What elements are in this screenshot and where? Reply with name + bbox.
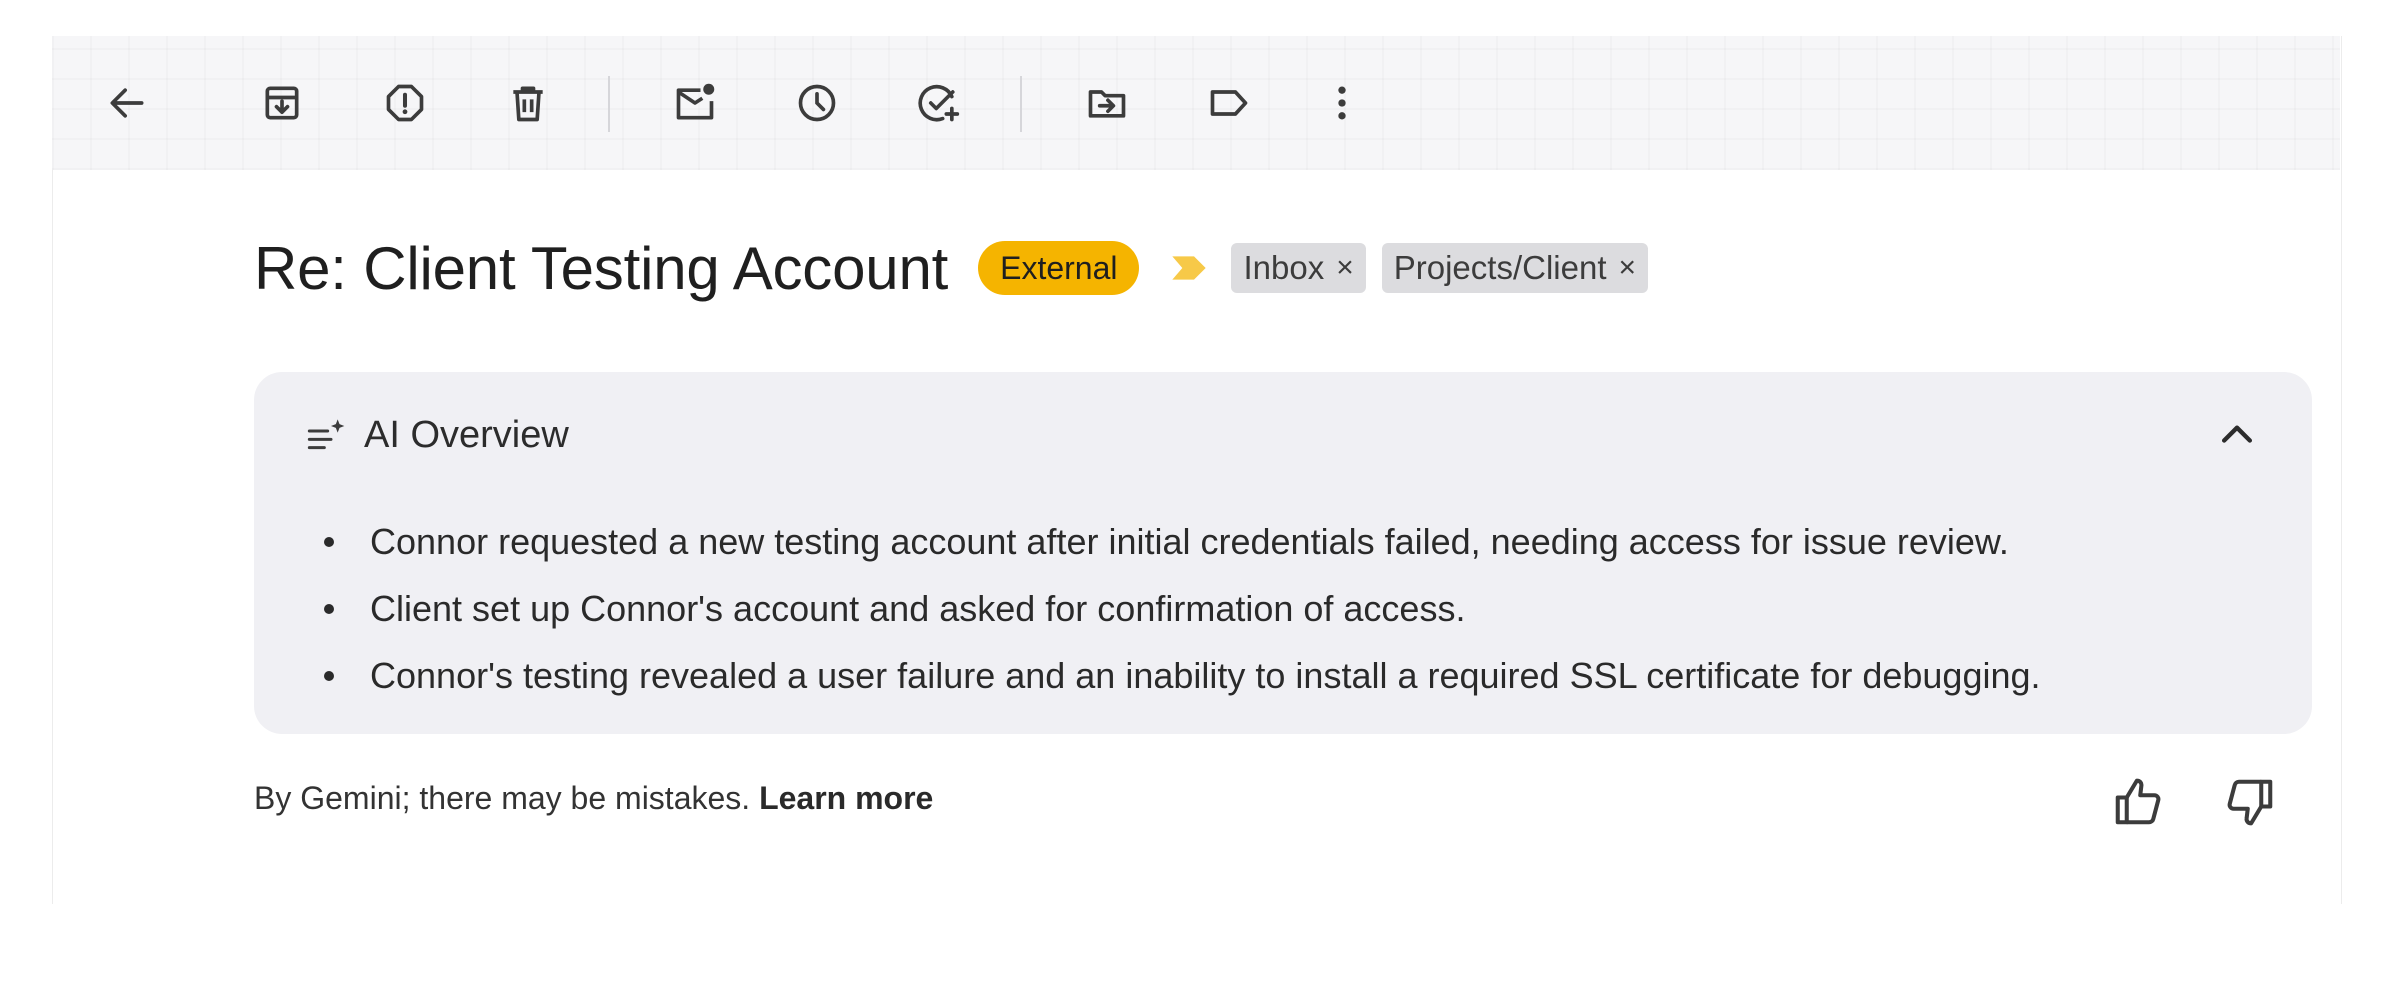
more-vert-icon bbox=[1338, 86, 1346, 120]
thumbs-up-button[interactable] bbox=[2108, 772, 2168, 832]
message-toolbar bbox=[52, 36, 2340, 170]
archive-button[interactable] bbox=[247, 68, 317, 138]
importance-marker-icon[interactable] bbox=[1169, 248, 1209, 288]
add-task-icon bbox=[918, 84, 960, 122]
snooze-button[interactable] bbox=[782, 68, 852, 138]
learn-more-link[interactable]: Learn more bbox=[759, 780, 933, 816]
gemini-disclaimer: By Gemini; there may be mistakes. Learn … bbox=[254, 780, 933, 817]
label-icon bbox=[1210, 90, 1248, 116]
delete-button[interactable] bbox=[493, 68, 563, 138]
toolbar-divider bbox=[608, 76, 610, 132]
label-chip-text: Inbox bbox=[1243, 249, 1325, 286]
move-to-icon bbox=[1088, 90, 1126, 118]
report-spam-button[interactable] bbox=[370, 68, 440, 138]
report-icon bbox=[386, 84, 424, 122]
ai-overview-card: AI Overview Connor requested a new testi… bbox=[254, 372, 2312, 734]
mark-unread-icon bbox=[676, 83, 715, 120]
ai-overview-header: AI Overview bbox=[306, 414, 569, 457]
thumbs-up-icon bbox=[2115, 778, 2161, 825]
trash-icon bbox=[513, 86, 543, 122]
label-chip-projects-client[interactable]: Projects/Client × bbox=[1381, 243, 1649, 293]
move-to-button[interactable] bbox=[1072, 68, 1142, 138]
chevron-up-icon bbox=[2221, 425, 2253, 443]
remove-label-icon[interactable]: × bbox=[1336, 251, 1354, 285]
email-view: Re: Client Testing Account External Inbo… bbox=[0, 0, 2406, 984]
remove-label-icon[interactable]: × bbox=[1619, 251, 1637, 285]
list-item: Connor's testing revealed a user failure… bbox=[322, 642, 2041, 709]
message-subject: Re: Client Testing Account bbox=[254, 234, 949, 302]
thumbs-down-button[interactable] bbox=[2220, 772, 2280, 832]
archive-icon bbox=[265, 86, 299, 120]
labels-button[interactable] bbox=[1194, 68, 1264, 138]
label-chip-inbox[interactable]: Inbox × bbox=[1231, 243, 1366, 293]
ai-overview-bullets: Connor requested a new testing account a… bbox=[322, 508, 2041, 709]
list-item: Client set up Connor's account and asked… bbox=[322, 575, 2041, 642]
thumbs-down-icon bbox=[2227, 779, 2273, 826]
mark-unread-button[interactable] bbox=[660, 68, 730, 138]
list-item: Connor requested a new testing account a… bbox=[322, 508, 2041, 575]
ai-overview-title: AI Overview bbox=[364, 414, 569, 456]
disclaimer-text: By Gemini; there may be mistakes. bbox=[254, 780, 751, 816]
back-button[interactable] bbox=[92, 68, 162, 138]
ai-summary-icon bbox=[307, 418, 345, 449]
arrow-left-icon bbox=[110, 88, 144, 118]
add-to-tasks-button[interactable] bbox=[904, 68, 974, 138]
label-chip-text: Projects/Client bbox=[1393, 249, 1607, 286]
more-button[interactable] bbox=[1307, 68, 1377, 138]
collapse-button[interactable] bbox=[2212, 410, 2262, 460]
subject-row: Re: Client Testing Account External Inbo… bbox=[254, 228, 1649, 308]
toolbar-divider bbox=[1020, 76, 1022, 132]
clock-icon bbox=[798, 84, 836, 122]
external-badge: External bbox=[978, 241, 1140, 295]
